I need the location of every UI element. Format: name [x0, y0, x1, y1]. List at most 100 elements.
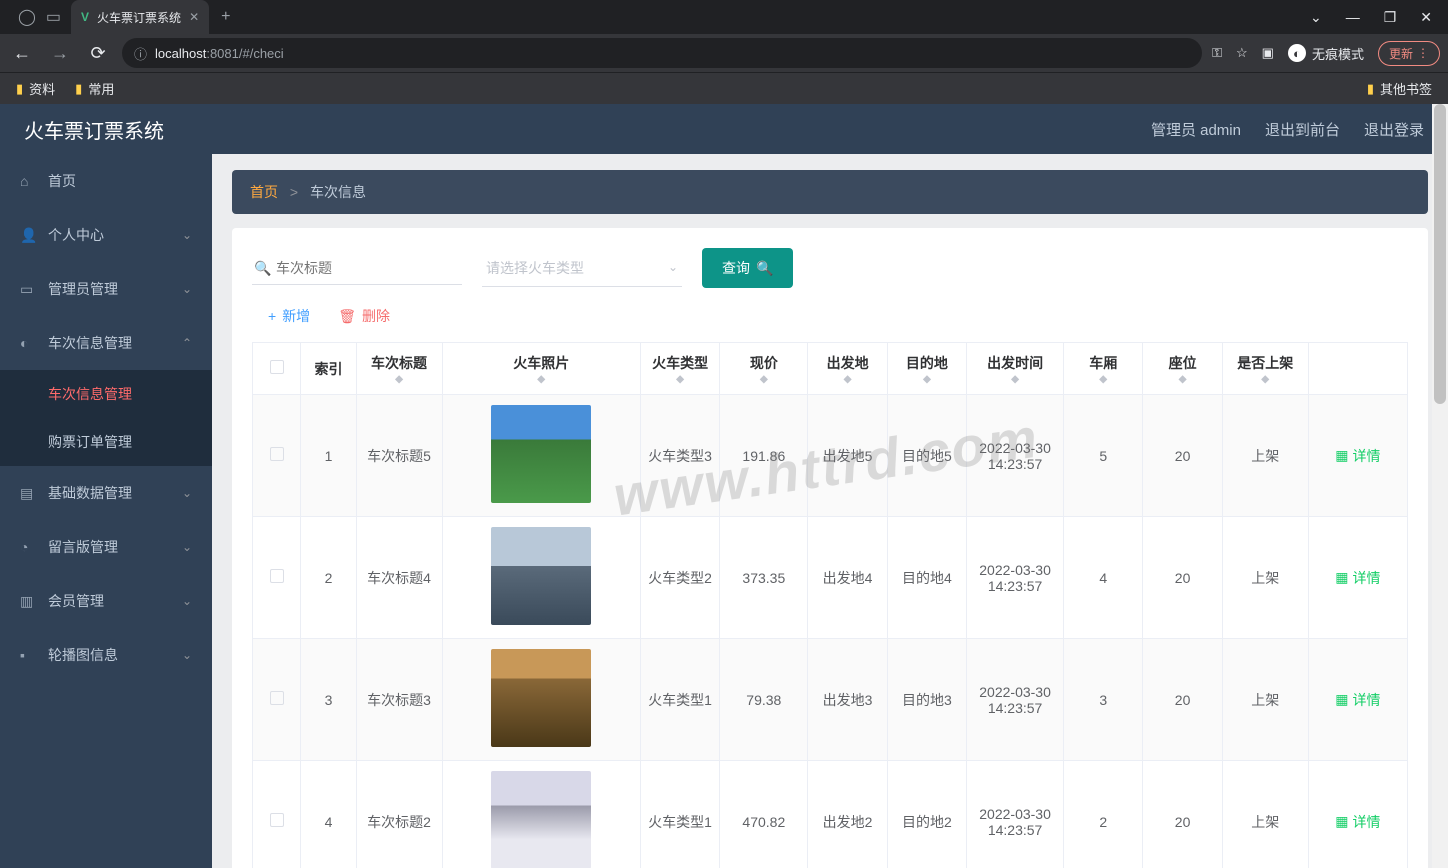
logout-front-button[interactable]: 退出到前台 — [1265, 119, 1340, 140]
close-icon[interactable]: ✕ — [189, 10, 199, 24]
sidebar-item[interactable]: ▤基础数据管理⌄ — [0, 466, 212, 520]
cell-time: 2022-03-30 14:23:57 — [967, 761, 1064, 868]
detail-icon: ▦ — [1335, 569, 1348, 586]
sidebar-item[interactable]: ▪轮播图信息⌄ — [0, 628, 212, 682]
cell-photo — [442, 639, 640, 761]
cell-type: 火车类型3 — [640, 395, 719, 517]
th-carriage[interactable]: 车厢◆ — [1064, 343, 1143, 395]
cell-price: 79.38 — [720, 639, 808, 761]
th-photo[interactable]: 火车照片◆ — [442, 343, 640, 395]
train-thumbnail[interactable] — [491, 771, 591, 868]
vertical-scrollbar[interactable] — [1432, 104, 1448, 868]
sidebar-subitem[interactable]: 购票订单管理 — [0, 418, 212, 466]
cell-title: 车次标题4 — [356, 517, 442, 639]
sidebar-item[interactable]: ⌂首页 — [0, 154, 212, 208]
row-checkbox[interactable] — [270, 691, 284, 705]
sidebar-subitem[interactable]: 车次信息管理 — [0, 370, 212, 418]
address-bar: ← → ⟳ ⓘ localhost:8081/#/checi ⚿ ☆ ▣ ◐ 无… — [0, 34, 1448, 72]
minimize-button[interactable]: — — [1346, 9, 1360, 26]
cell-time: 2022-03-30 14:23:57 — [967, 395, 1064, 517]
th-destination[interactable]: 目的地◆ — [887, 343, 966, 395]
sidebar-item[interactable]: ◔留言版管理⌄ — [0, 520, 212, 574]
train-thumbnail[interactable] — [491, 527, 591, 625]
type-select[interactable]: 请选择火车类型 ⌄ — [482, 250, 682, 287]
th-time[interactable]: 出发时间◆ — [967, 343, 1064, 395]
sidebar-item[interactable]: 👤个人中心⌄ — [0, 208, 212, 262]
row-checkbox[interactable] — [270, 447, 284, 461]
reload-button[interactable]: ⟳ — [84, 43, 112, 64]
sort-icon: ◆ — [726, 376, 801, 384]
cell-price: 373.35 — [720, 517, 808, 639]
cell-carriage: 4 — [1064, 517, 1143, 639]
sort-icon: ◆ — [894, 376, 960, 384]
detail-icon: ▦ — [1335, 447, 1348, 464]
cell-seat: 20 — [1143, 761, 1222, 868]
detail-button[interactable]: ▦ 详情 — [1335, 812, 1380, 832]
user-label[interactable]: 管理员 admin — [1151, 119, 1241, 140]
sort-icon: ◆ — [647, 376, 713, 384]
key-icon[interactable]: ⚿ — [1212, 45, 1222, 61]
back-button[interactable]: ← — [8, 43, 36, 64]
other-bookmarks[interactable]: ▮其他书签 — [1367, 79, 1432, 98]
bookmark-bar: ▮资料 ▮常用 ▮其他书签 — [0, 72, 1448, 104]
menu-icon: ◔ — [20, 539, 36, 555]
chevron-down-icon[interactable]: ⌄ — [1310, 9, 1322, 26]
sidebar-item[interactable]: ▥会员管理⌄ — [0, 574, 212, 628]
detail-icon: ▦ — [1335, 691, 1348, 708]
forward-button[interactable]: → — [46, 43, 74, 64]
row-checkbox[interactable] — [270, 569, 284, 583]
cell-index: 1 — [301, 395, 356, 517]
cell-type: 火车类型1 — [640, 639, 719, 761]
th-type[interactable]: 火车类型◆ — [640, 343, 719, 395]
select-all-checkbox[interactable] — [270, 360, 284, 374]
sort-icon: ◆ — [363, 376, 436, 384]
bookmark-folder-2[interactable]: ▮常用 — [75, 79, 114, 98]
breadcrumb-home[interactable]: 首页 — [250, 184, 278, 200]
maximize-button[interactable]: ❐ — [1384, 9, 1397, 26]
th-departure[interactable]: 出发地◆ — [808, 343, 887, 395]
menu-icon: ▭ — [20, 281, 36, 298]
update-button[interactable]: 更新 ⋮ — [1378, 41, 1440, 66]
url-input[interactable]: ⓘ localhost:8081/#/checi — [122, 38, 1202, 68]
cell-index: 4 — [301, 761, 356, 868]
row-checkbox[interactable] — [270, 813, 284, 827]
cell-departure: 出发地4 — [808, 517, 887, 639]
cell-destination: 目的地2 — [887, 761, 966, 868]
new-tab-button[interactable]: + — [221, 8, 230, 26]
th-shelf[interactable]: 是否上架◆ — [1222, 343, 1308, 395]
action-row: + 新增 🗑 删除 — [252, 306, 1408, 326]
title-input[interactable] — [252, 252, 462, 284]
browser-tab-strip: ◯ ▭ V 火车票订票系统 ✕ + ⌄ — ❐ ✕ — [0, 0, 1448, 34]
chevron-down-icon: ⌄ — [182, 648, 192, 662]
search-button[interactable]: 查询 🔍 — [702, 248, 793, 288]
th-index[interactable]: 索引 — [301, 343, 356, 395]
logout-button[interactable]: 退出登录 — [1364, 119, 1424, 140]
delete-button[interactable]: 🗑 删除 — [338, 306, 390, 326]
detail-button[interactable]: ▦ 详情 — [1335, 446, 1380, 466]
th-action — [1308, 343, 1407, 395]
th-price[interactable]: 现价◆ — [720, 343, 808, 395]
sort-icon: ◆ — [973, 376, 1057, 384]
train-thumbnail[interactable] — [491, 649, 591, 747]
incognito-icon: ◐ — [1288, 44, 1306, 62]
th-seat[interactable]: 座位◆ — [1143, 343, 1222, 395]
sidebar-item[interactable]: ▭管理员管理⌄ — [0, 262, 212, 316]
scrollbar-thumb[interactable] — [1434, 104, 1446, 404]
cell-seat: 20 — [1143, 517, 1222, 639]
add-button[interactable]: + 新增 — [268, 306, 310, 326]
cell-title: 车次标题2 — [356, 761, 442, 868]
cell-departure: 出发地2 — [808, 761, 887, 868]
detail-button[interactable]: ▦ 详情 — [1335, 690, 1380, 710]
star-icon[interactable]: ☆ — [1236, 45, 1248, 61]
detail-button[interactable]: ▦ 详情 — [1335, 568, 1380, 588]
bookmark-folder-1[interactable]: ▮资料 — [16, 79, 55, 98]
panel-icon[interactable]: ▣ — [1262, 45, 1274, 61]
close-window-button[interactable]: ✕ — [1420, 9, 1432, 26]
info-icon[interactable]: ⓘ — [134, 44, 147, 63]
sidebar-item[interactable]: ◐车次信息管理⌃ — [0, 316, 212, 370]
th-title[interactable]: 车次标题◆ — [356, 343, 442, 395]
browser-tab-active[interactable]: V 火车票订票系统 ✕ — [71, 0, 209, 34]
incognito-badge[interactable]: ◐ 无痕模式 — [1288, 44, 1364, 63]
train-thumbnail[interactable] — [491, 405, 591, 503]
cell-type: 火车类型1 — [640, 761, 719, 868]
